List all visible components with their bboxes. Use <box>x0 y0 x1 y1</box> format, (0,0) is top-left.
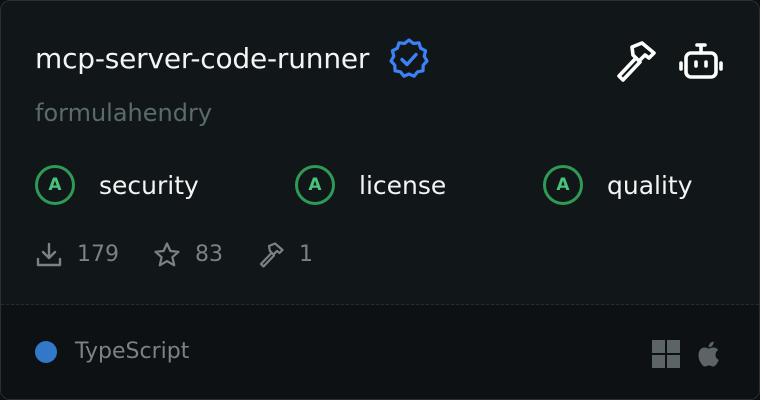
server-card[interactable]: mcp-server-code-runner formulahendry A s… <box>0 0 760 400</box>
license-score[interactable]: A license <box>295 165 446 205</box>
license-label: license <box>359 170 447 200</box>
robot-icon[interactable] <box>677 39 725 83</box>
security-grade-badge: A <box>35 165 75 205</box>
quality-label: quality <box>607 170 693 200</box>
download-icon <box>35 241 63 269</box>
stars-count: 83 <box>195 242 223 267</box>
server-name[interactable]: mcp-server-code-runner <box>35 45 369 73</box>
tools-count: 1 <box>299 242 313 267</box>
language-color-dot <box>35 341 57 363</box>
title-row: mcp-server-code-runner <box>35 37 431 81</box>
platform-icons <box>651 339 725 369</box>
hammer-icon[interactable] <box>611 39 659 83</box>
license-grade-badge: A <box>295 165 335 205</box>
downloads-stat: 179 <box>35 241 119 269</box>
language-tag: TypeScript <box>35 341 189 363</box>
quality-grade-badge: A <box>543 165 583 205</box>
header-icons <box>611 39 725 83</box>
card-footer: TypeScript <box>1 305 759 399</box>
star-icon <box>153 241 181 269</box>
security-label: security <box>99 170 199 200</box>
hammer-icon <box>257 241 285 269</box>
stats-row: 179 83 1 <box>35 241 347 269</box>
language-label: TypeScript <box>75 339 190 364</box>
quality-score[interactable]: A quality <box>543 165 693 205</box>
score-badges: A security A license A quality <box>1 165 759 213</box>
windows-icon <box>651 339 681 369</box>
stars-stat: 83 <box>153 241 223 269</box>
apple-icon <box>695 339 725 369</box>
downloads-count: 179 <box>77 242 119 267</box>
verified-badge-icon <box>387 37 431 81</box>
author-name[interactable]: formulahendry <box>35 101 212 125</box>
tools-stat: 1 <box>257 241 313 269</box>
security-score[interactable]: A security <box>35 165 199 205</box>
